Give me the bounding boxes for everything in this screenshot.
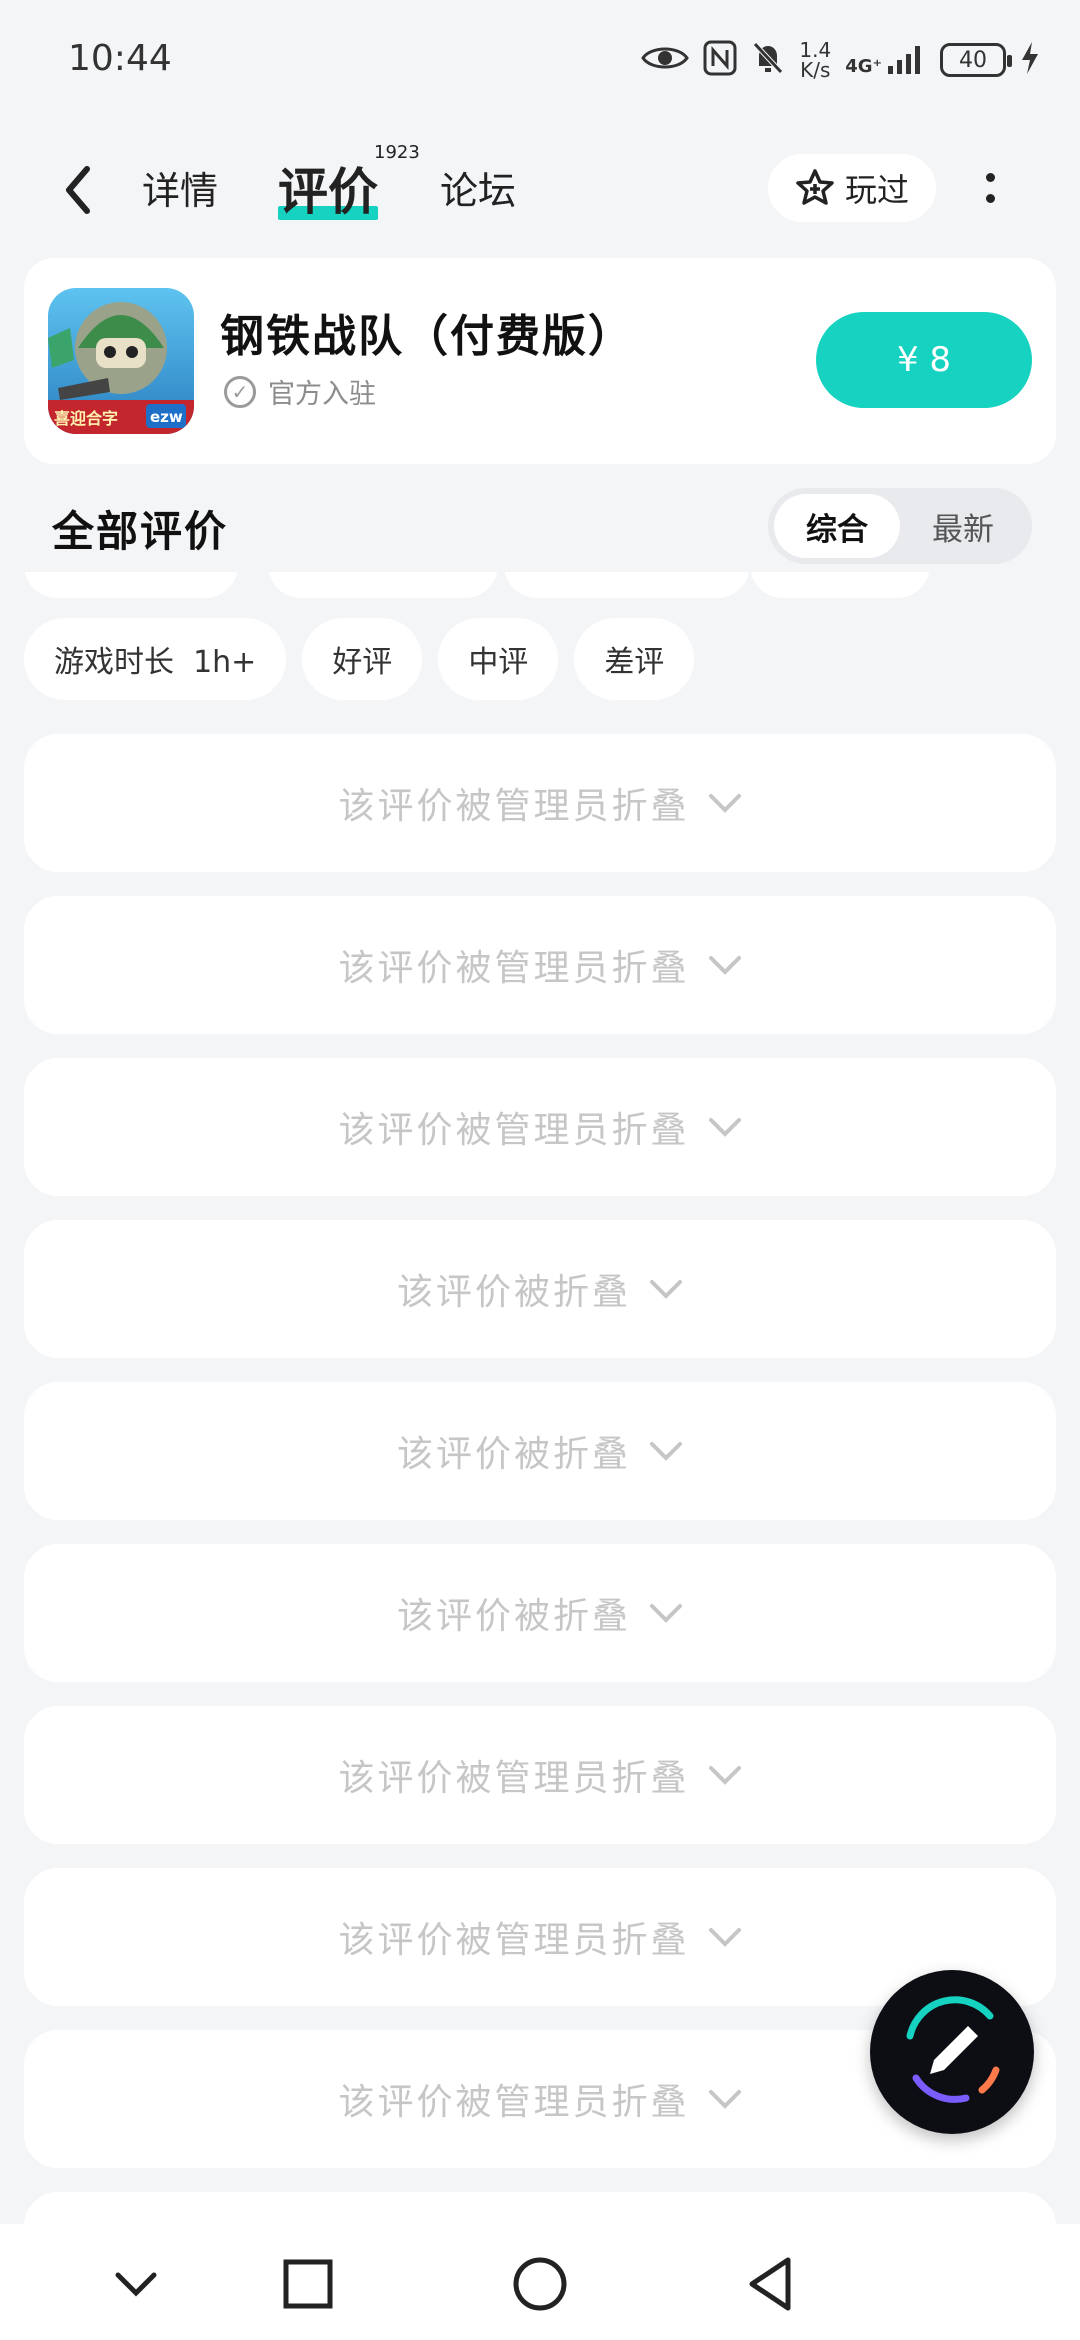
chevron-down-icon [708,1920,742,1954]
charging-icon [1020,40,1040,80]
signal-indicator: 4G⁺ [845,44,926,76]
battery-indicator: 40 [940,43,1012,77]
bell-muted-icon [751,40,785,80]
triangle-back-icon [749,2257,791,2311]
folded-review-label: 该评价被管理员折叠 [338,2082,690,2123]
back-button[interactable] [48,152,108,228]
filter-chip-neutral[interactable]: 中评 [438,618,559,700]
chevron-down-icon [115,2272,157,2297]
nfc-icon [703,40,737,80]
more-button[interactable] [972,154,1008,222]
filter-chip-positive[interactable]: 好评 [302,618,423,700]
chevron-down-icon [708,2082,742,2116]
official-badge: ✓ 官方入驻 [224,372,376,411]
chevron-down-icon [708,1758,742,1792]
signal-bars-icon [888,46,920,74]
top-nav: 详情 评价 1923 论坛 玩过 [0,130,1080,250]
filter-chip-partial[interactable] [268,572,498,598]
filter-chip-partial[interactable] [504,572,750,598]
folded-review[interactable]: 该评价被折叠 [24,1544,1056,1682]
price-button[interactable]: ¥ 8 [816,312,1032,408]
chevron-down-icon [708,948,742,982]
system-nav-bar [0,2224,1080,2340]
eye-icon [641,42,690,78]
filter-chip-playtime[interactable]: 游戏时长 1h+ [24,618,287,700]
game-icon: 喜迎合字 ezw [48,288,194,434]
svg-text:ezw: ezw [150,408,183,426]
reviews-title: 全部评价 [52,507,229,556]
check-circle-icon: ✓ [224,375,256,408]
folded-review[interactable]: 该评价被管理员折叠 [24,1058,1056,1196]
nav-back-button[interactable] [734,2248,806,2320]
folded-review-label: 该评价被折叠 [396,1596,631,1637]
chevron-down-icon [649,1596,683,1630]
sort-option-latest[interactable]: 最新 [900,494,1026,558]
sort-option-comprehensive[interactable]: 综合 [774,494,900,558]
game-title: 钢铁战队（付费版） [220,311,634,362]
reviews-header: 全部评价 综合 最新 [0,480,1080,572]
played-button[interactable]: 玩过 [768,154,936,222]
sort-toggle: 综合 最新 [768,488,1032,564]
svg-text:喜迎合字: 喜迎合字 [54,409,118,428]
folded-review[interactable]: 该评价被管理员折叠 [24,1706,1056,1844]
nav-collapse-button[interactable] [100,2248,172,2320]
folded-review-label: 该评价被折叠 [396,1272,631,1313]
folded-review-label: 该评价被管理员折叠 [338,948,690,989]
folded-review-label: 该评价被管理员折叠 [338,786,690,827]
status-bar: 10:44 1.4 K/s 4G⁺ 40 [0,0,1080,120]
more-vertical-icon [985,173,995,182]
folded-review-label: 该评价被管理员折叠 [338,1920,690,1961]
chevron-down-icon [708,1110,742,1144]
folded-review[interactable]: 该评价被管理员折叠 [24,734,1056,872]
chevron-down-icon [649,1272,683,1306]
game-card[interactable]: 喜迎合字 ezw 钢铁战队（付费版） ✓ 官方入驻 ¥ 8 [24,258,1056,464]
square-icon [283,2259,333,2309]
nav-recents-button[interactable] [272,2248,344,2320]
folded-review-label: 该评价被管理员折叠 [338,1110,690,1151]
chevron-down-icon [649,1434,683,1468]
folded-review[interactable]: 该评价被折叠 [24,1382,1056,1520]
filter-chips-row-partial [24,572,1064,602]
reviews-count: 1923 [374,142,420,163]
folded-review[interactable]: 该评价被管理员折叠 [24,896,1056,1034]
write-review-button[interactable] [870,1970,1034,2134]
chevron-left-icon [66,166,90,214]
folded-review[interactable]: 该评价被折叠 [24,1220,1056,1358]
chevron-down-icon [708,786,742,820]
status-icons: 1.4 K/s 4G⁺ 40 [641,36,1040,84]
star-plus-icon [796,169,834,205]
filter-chip-partial[interactable] [24,572,238,598]
nav-home-button[interactable] [504,2248,576,2320]
tab-forum[interactable]: 论坛 [440,160,516,215]
folded-review-label: 该评价被折叠 [396,1434,631,1475]
tab-reviews[interactable]: 评价 1923 [278,142,420,224]
filter-chip-partial[interactable] [750,572,930,598]
pencil-icon [906,1996,1000,2103]
tab-details[interactable]: 详情 [142,160,218,215]
status-time: 10:44 [68,38,172,79]
filter-chips: 游戏时长 1h+ 好评 中评 差评 [24,618,695,700]
official-label: 官方入驻 [268,379,376,410]
net-speed: 1.4 K/s [799,38,832,82]
filter-chip-negative[interactable]: 差评 [574,618,695,700]
played-label: 玩过 [844,171,909,209]
tab-reviews-label: 评价 [278,163,378,221]
circle-icon [513,2257,567,2311]
folded-review-label: 该评价被管理员折叠 [338,1758,690,1799]
